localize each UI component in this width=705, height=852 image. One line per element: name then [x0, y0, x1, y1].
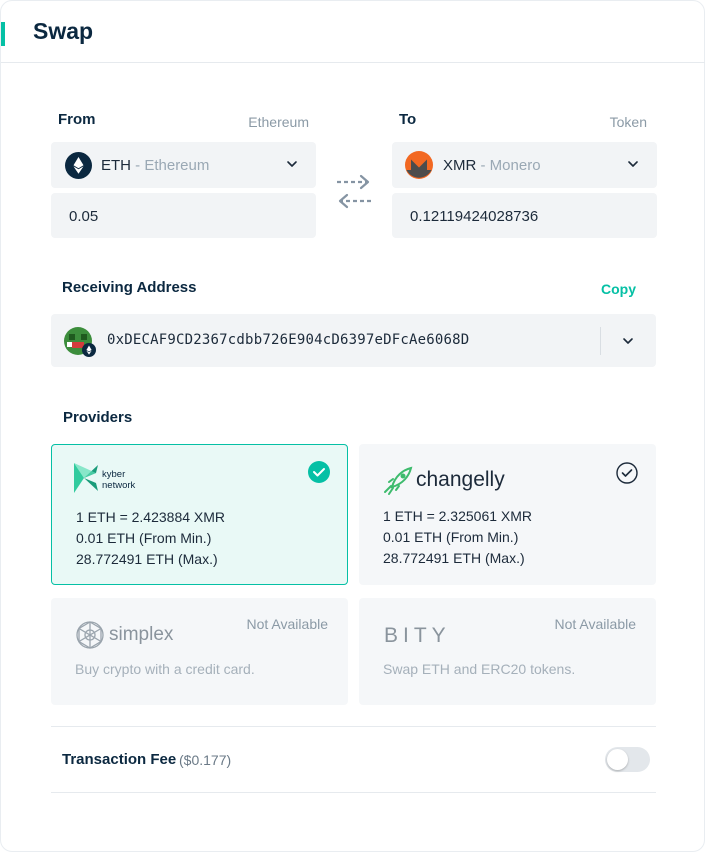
kyber-logo-line1: kyber [102, 469, 126, 480]
simplex-logo-text: simplex [109, 624, 174, 645]
from-token-symbol: ETH [101, 157, 131, 174]
toggle-knob [607, 749, 628, 770]
changelly-min: 0.01 ETH (From Min.) [383, 529, 519, 545]
from-amount-input[interactable]: 0.05 [51, 193, 316, 238]
simplex-description: Buy crypto with a credit card. [75, 661, 255, 677]
to-token-select[interactable]: XMR - Monero [392, 142, 657, 188]
divider [51, 792, 656, 793]
transaction-fee-amount: ($0.177) [179, 752, 232, 768]
to-token-text: XMR - Monero [443, 157, 541, 174]
divider [51, 726, 656, 727]
provider-card-bity: BITY Not Available Swap ETH and ERC20 to… [359, 598, 656, 705]
chevron-down-icon [623, 338, 633, 344]
to-token-name: - Monero [480, 157, 541, 174]
to-network-hint: Token [609, 114, 647, 130]
providers-label: Providers [63, 409, 133, 426]
changelly-rate: 1 ETH = 2.325061 XMR [383, 508, 533, 524]
from-amount-value: 0.05 [69, 208, 99, 225]
receiving-address-value: 0xDECAF9CD2367cdbb726E904cD6397eDFcAe606… [107, 332, 470, 348]
changelly-max: 28.772491 ETH (Max.) [383, 550, 525, 566]
kyber-rate: 1 ETH = 2.423884 XMR [76, 509, 226, 525]
simplex-status: Not Available [246, 616, 328, 632]
kyber-logo-text: kyber network [102, 469, 135, 491]
ethereum-icon [65, 152, 92, 179]
page-title: Swap [33, 18, 94, 44]
kyber-min: 0.01 ETH (From Min.) [76, 530, 212, 546]
to-token-symbol: XMR [443, 157, 477, 174]
bity-status: Not Available [554, 616, 636, 632]
to-label: To [399, 111, 417, 128]
address-avatar-icon [64, 327, 96, 357]
changelly-logo-icon [384, 466, 413, 495]
to-amount-value: 0.12119424028736 [410, 208, 539, 225]
from-token-select[interactable]: ETH - Ethereum [51, 142, 316, 188]
header: Swap [1, 1, 705, 63]
swap-direction-icon[interactable] [333, 169, 375, 213]
selected-check-icon [308, 461, 330, 483]
from-network-hint: Ethereum [248, 114, 309, 130]
changelly-logo-text: changelly [416, 468, 505, 491]
kyber-network-logo-icon [74, 463, 98, 493]
chevron-down-icon [287, 161, 297, 167]
bity-description: Swap ETH and ERC20 tokens. [383, 661, 576, 677]
transaction-fee-label: Transaction Fee [62, 751, 177, 768]
provider-card-simplex: simplex Not Available Buy crypto with a … [51, 598, 348, 705]
from-token-name: - Ethereum [135, 157, 210, 174]
chevron-down-icon [628, 161, 638, 167]
bity-logo-text: BITY [384, 624, 451, 647]
transaction-fee-toggle[interactable] [605, 747, 650, 772]
kyber-logo-line2: network [102, 480, 136, 491]
provider-card-kyber[interactable]: kyber network 1 ETH = 2.423884 XMR 0.01 … [51, 444, 348, 585]
unselected-check-icon [616, 462, 638, 484]
copy-address-button[interactable]: Copy [601, 281, 636, 297]
provider-card-changelly[interactable]: changelly 1 ETH = 2.325061 XMR 0.01 ETH … [359, 444, 656, 585]
divider [600, 327, 601, 355]
receiving-address-label: Receiving Address [62, 279, 197, 296]
simplex-logo-icon [76, 621, 104, 649]
from-token-text: ETH - Ethereum [101, 157, 209, 174]
receiving-address-select[interactable]: 0xDECAF9CD2367cdbb726E904cD6397eDFcAe606… [51, 314, 656, 367]
header-accent-bar [1, 22, 5, 46]
from-label: From [58, 111, 96, 128]
kyber-max: 28.772491 ETH (Max.) [76, 551, 218, 567]
monero-icon [405, 151, 433, 179]
swap-card: Swap From Ethereum ETH - Ethereum 0.05 T… [0, 0, 705, 852]
to-amount-input[interactable]: 0.12119424028736 [392, 193, 657, 238]
